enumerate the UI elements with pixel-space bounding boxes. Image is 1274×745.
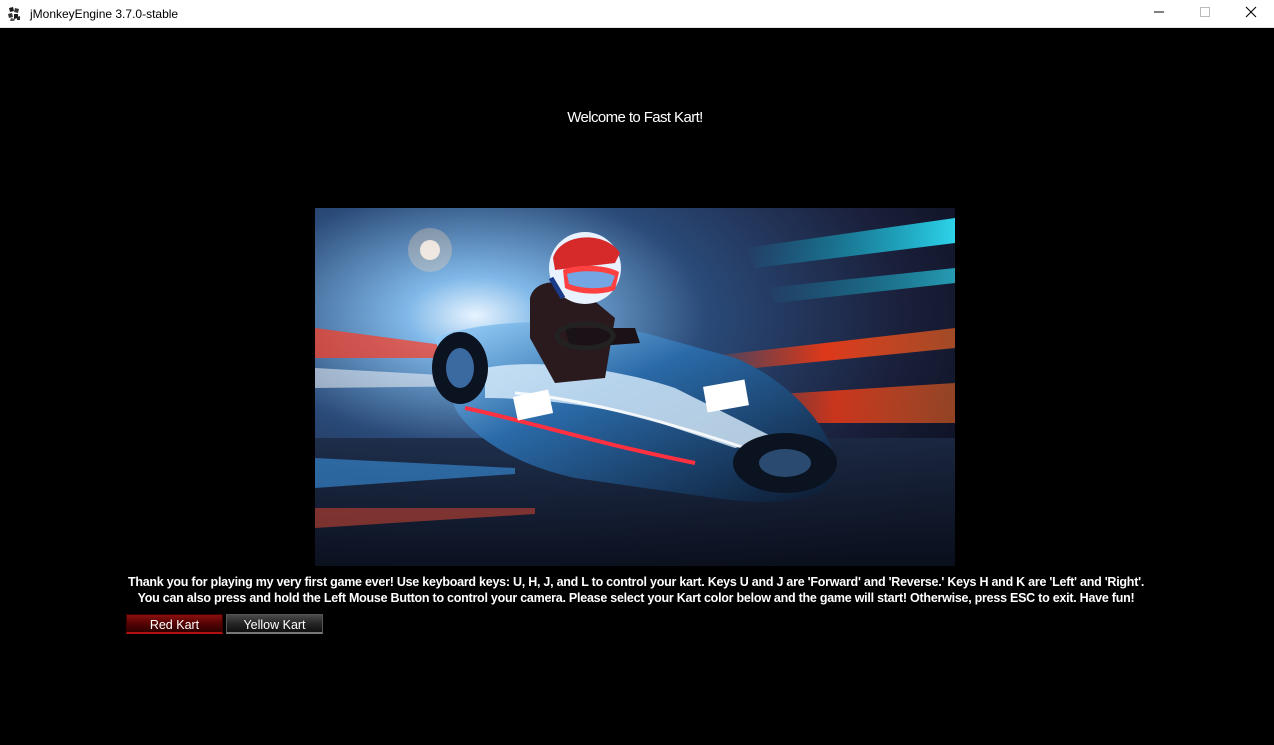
instructions-text: Thank you for playing my very first game… (127, 575, 1145, 605)
window-title: jMonkeyEngine 3.7.0-stable (30, 7, 179, 21)
maximize-button[interactable] (1182, 0, 1228, 28)
game-viewport[interactable]: Welcome to Fast Kart! Thank you for play… (0, 28, 1274, 745)
yellow-kart-button[interactable]: Yellow Kart (226, 614, 323, 634)
maximize-icon (1199, 5, 1211, 23)
red-kart-button[interactable]: Red Kart (126, 614, 223, 634)
welcome-heading: Welcome to Fast Kart! (567, 109, 703, 126)
close-icon (1245, 5, 1257, 23)
minimize-icon (1153, 5, 1165, 23)
minimize-button[interactable] (1136, 0, 1182, 28)
jmonkeyengine-logo-icon (6, 6, 22, 22)
title-bar[interactable]: jMonkeyEngine 3.7.0-stable (0, 0, 1274, 28)
app-window: jMonkeyEngine 3.7.0-stable Welcome to Fa… (0, 0, 1274, 745)
close-button[interactable] (1228, 0, 1274, 28)
splash-image (315, 208, 955, 566)
